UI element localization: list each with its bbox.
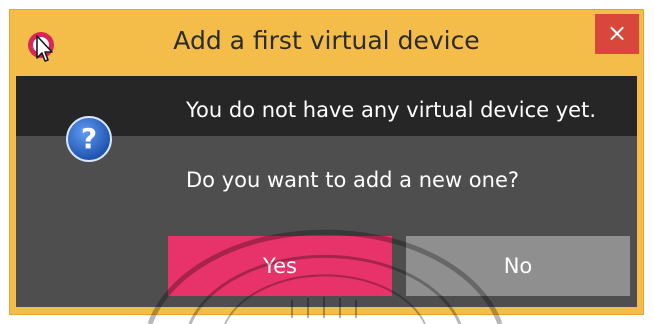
dialog-window: Add a first virtual device × ? You do no… — [9, 9, 644, 315]
title-bar: Add a first virtual device × — [10, 10, 643, 76]
yes-button[interactable]: Yes — [168, 236, 392, 296]
message-line-1: You do not have any virtual device yet. — [186, 98, 597, 122]
question-mark-icon: ? — [64, 114, 114, 164]
dialog-body: ? You do not have any virtual device yet… — [16, 76, 637, 307]
message-line-2: Do you want to add a new one? — [186, 168, 520, 192]
dialog-title: Add a first virtual device — [173, 26, 480, 55]
no-button[interactable]: No — [406, 236, 630, 296]
close-button[interactable]: × — [595, 14, 639, 54]
svg-text:?: ? — [81, 122, 97, 155]
